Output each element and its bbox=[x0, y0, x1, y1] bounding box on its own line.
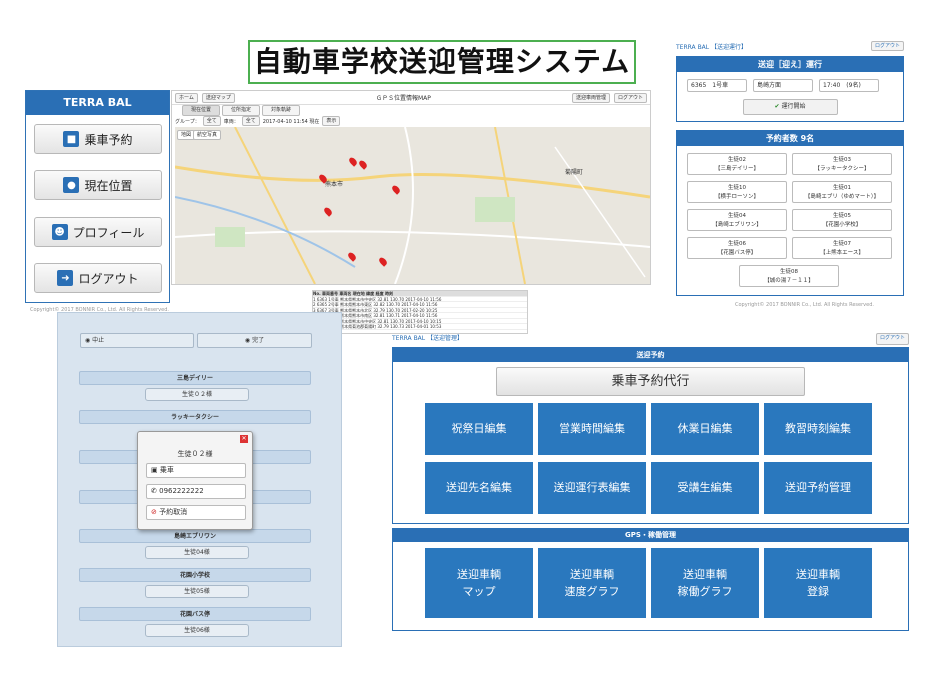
rider-card[interactable]: 生徒08 【城の湯７－１１】 bbox=[739, 265, 839, 287]
route-brand: TERRA BAL 【送迎運行】 bbox=[676, 43, 748, 51]
route-logout-button[interactable]: ログアウト bbox=[870, 41, 904, 51]
student-button[interactable]: 生徒０２様 bbox=[145, 388, 249, 401]
map-type-satellite[interactable]: 航空写真 bbox=[193, 130, 222, 140]
vehicle-manage-button[interactable]: 送迎車両管理 bbox=[571, 92, 610, 103]
proxy-reservation-button[interactable]: 乗車予約代行 bbox=[496, 367, 805, 396]
rider-card[interactable]: 生徒03 【ラッキータクシー】 bbox=[792, 153, 892, 175]
vehicle-register-tile[interactable]: 送迎車輌 登録 bbox=[764, 548, 872, 618]
start-operation-button[interactable]: ✔ 運行開始 bbox=[742, 99, 838, 115]
time-select[interactable]: 17:40 (9名) bbox=[819, 79, 879, 92]
bus-icon: ■ bbox=[63, 131, 80, 147]
speed-graph-tile[interactable]: 送迎車輌 速度グラフ bbox=[538, 548, 646, 618]
tab-position[interactable]: 位所指定 bbox=[222, 105, 260, 116]
route-panel: TERRA BAL 【送迎運行】 ログアウト 送迎［迎え］運行 6365 1号車… bbox=[676, 41, 904, 298]
brand-header: TERRA BAL bbox=[26, 91, 169, 115]
cancel-icon: ⊘ bbox=[151, 508, 157, 516]
student-popup: ✕ 生徒０２様 ▣ 乗車 ✆ 0962222222 ⊘ 予約取消 bbox=[137, 431, 253, 530]
done-icon: ◉ bbox=[244, 337, 251, 344]
ride-reservation-button[interactable]: ■ 乗車予約 bbox=[34, 124, 162, 154]
admin-brand: TERRA BAL 【送迎管理】 bbox=[392, 335, 464, 342]
phone-icon: ✆ bbox=[151, 487, 157, 495]
stop-button[interactable]: ◉ 中止 bbox=[80, 333, 194, 348]
car-select[interactable]: 6365 1号車 bbox=[687, 79, 747, 92]
admin-panel: TERRA BAL 【送迎管理】 ログアウト 送迎予約 乗車予約代行 祝祭日編集… bbox=[392, 333, 909, 633]
gps-map-panel: ホーム 送迎マップ ＧＰＳ位置情報MAP 送迎車両管理 ログアウト 現在位置 位… bbox=[171, 90, 651, 285]
rider-card[interactable]: 生徒05 【花園小学校】 bbox=[792, 209, 892, 231]
riders-count-header: 予約者数 9名 bbox=[677, 131, 903, 146]
map-tabs: 現在位置 位所指定 対象軌跡 bbox=[172, 105, 650, 116]
cancel-reservation-button[interactable]: ⊘ 予約取消 bbox=[146, 505, 246, 520]
close-icon[interactable]: ✕ bbox=[240, 435, 248, 443]
student-button[interactable]: 生徒04様 bbox=[145, 546, 249, 559]
page-title: 自動車学校送迎管理システム bbox=[248, 40, 636, 84]
admin-logout-button[interactable]: ログアウト bbox=[875, 333, 909, 345]
lesson-time-tile[interactable]: 教習時刻編集 bbox=[764, 403, 872, 455]
rider-card[interactable]: 生徒10 【横手ローソン】 bbox=[687, 181, 787, 203]
student-button[interactable]: 生徒06様 bbox=[145, 624, 249, 637]
logout-icon: ➜ bbox=[57, 270, 74, 286]
schedule-edit-tile[interactable]: 送迎運行表編集 bbox=[538, 462, 646, 514]
stop-section: 島崎エブリワン bbox=[79, 529, 311, 543]
popup-title: 生徒０２様 bbox=[177, 450, 213, 458]
stop-icon: ◉ bbox=[85, 337, 91, 344]
route-header: 送迎［迎え］運行 bbox=[677, 57, 903, 72]
map-canvas[interactable]: 熊本市 菊陽町 地図 航空写真 bbox=[175, 127, 650, 284]
stop-section: 花園小学校 bbox=[79, 568, 311, 582]
rider-card[interactable]: 生徒04 【島崎エブリワン】 bbox=[687, 209, 787, 231]
users-icon: ☻ bbox=[51, 224, 68, 240]
home-button[interactable]: ホーム bbox=[175, 92, 198, 103]
map-roads bbox=[175, 127, 650, 284]
map-label-kumamoto: 熊本市 bbox=[325, 181, 344, 188]
student-button[interactable]: 生徒05様 bbox=[145, 585, 249, 598]
board-button[interactable]: ▣ 乗車 bbox=[146, 463, 246, 478]
stop-section: 花園バス停 bbox=[79, 607, 311, 621]
holiday-edit-tile[interactable]: 祝祭日編集 bbox=[425, 403, 533, 455]
check-icon: ✔ bbox=[774, 103, 780, 110]
gps-table: No. 車両番号 車両名 現在地 緯度 経度 時刻 1 6363 1号車 熊本県… bbox=[312, 290, 528, 334]
route-operation-box: 送迎［迎え］運行 6365 1号車 島崎方面 17:40 (9名) ✔ 運行開始 bbox=[676, 56, 904, 122]
current-location-button[interactable]: ● 現在位置 bbox=[34, 170, 162, 200]
map-tab-button[interactable]: 送迎マップ bbox=[201, 92, 235, 103]
phone-button[interactable]: ✆ 0962222222 bbox=[146, 484, 246, 499]
rider-card[interactable]: 生徒01 【島崎エブリ（ゆめマート）】 bbox=[792, 181, 892, 203]
map-heading: ＧＰＳ位置情報MAP bbox=[375, 95, 431, 102]
car-select[interactable]: 全て bbox=[241, 116, 260, 126]
map-marker-icon: ● bbox=[63, 177, 80, 193]
group-select[interactable]: 全て bbox=[202, 116, 221, 126]
rider-card[interactable]: 生徒02 【三島デイリー】 bbox=[687, 153, 787, 175]
map-logout-button[interactable]: ログアウト bbox=[613, 92, 647, 103]
tab-track[interactable]: 対象軌跡 bbox=[262, 105, 300, 116]
logout-button[interactable]: ➜ ログアウト bbox=[34, 263, 162, 293]
business-hours-tile[interactable]: 営業時間編集 bbox=[538, 403, 646, 455]
profile-button[interactable]: ☻ プロフィール bbox=[34, 217, 162, 247]
table-row[interactable]: 6 6370 6号車 熊本県菊池郡菊陽町 32.79 130.73 2017-0… bbox=[313, 324, 527, 330]
section-header: 送迎予約 bbox=[393, 348, 908, 362]
section-header: GPS・稼働管理 bbox=[393, 529, 908, 542]
stop-section: ラッキータクシー bbox=[79, 410, 311, 424]
reservation-manage-tile[interactable]: 送迎予約管理 bbox=[764, 462, 872, 514]
left-menu-panel: TERRA BAL ■ 乗車予約 ● 現在位置 ☻ プロフィール ➜ ログアウト bbox=[25, 90, 170, 303]
tab-current[interactable]: 現在位置 bbox=[182, 105, 220, 116]
vehicle-map-tile[interactable]: 送迎車輌 マップ bbox=[425, 548, 533, 618]
map-filters: グループ： 全て 車両： 全て 2017-04-10 11:54 現在 表示 bbox=[172, 116, 650, 126]
student-edit-tile[interactable]: 受講生編集 bbox=[651, 462, 759, 514]
rider-card[interactable]: 生徒06 【花園バス停】 bbox=[687, 237, 787, 259]
riders-box: 予約者数 9名 生徒02 【三島デイリー】 生徒03 【ラッキータクシー】 生徒10… bbox=[676, 130, 904, 296]
destination-edit-tile[interactable]: 送迎先名編集 bbox=[425, 462, 533, 514]
map-label-kikuyo: 菊陽町 bbox=[565, 169, 584, 176]
bus-icon: ▣ bbox=[151, 466, 158, 474]
complete-button[interactable]: ◉ 完了 bbox=[197, 333, 312, 348]
route-copyright: Copyright© 2017 BONNIR Co., Ltd. All Rig… bbox=[735, 302, 874, 308]
operation-graph-tile[interactable]: 送迎車輌 稼働グラフ bbox=[651, 548, 759, 618]
map-toolbar: ホーム 送迎マップ ＧＰＳ位置情報MAP 送迎車両管理 ログアウト bbox=[172, 91, 650, 105]
direction-select[interactable]: 島崎方面 bbox=[753, 79, 813, 92]
stop-section: 三島デイリー bbox=[79, 371, 311, 385]
rider-card[interactable]: 生徒07 【上熊本エース】 bbox=[792, 237, 892, 259]
closed-day-tile[interactable]: 休業日編集 bbox=[651, 403, 759, 455]
show-button[interactable]: 表示 bbox=[322, 116, 341, 126]
